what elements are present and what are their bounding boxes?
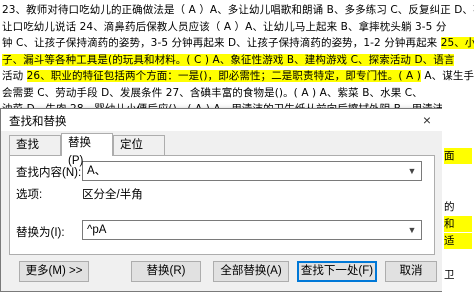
document-right-fragment: 的 (444, 201, 455, 213)
document-right-fragment: 和 (444, 216, 472, 232)
document-line: 23、教师对待口吃幼儿的正确做法是（ A ）A、多让幼儿唱歌和朗诵 B、多多练习… (2, 2, 474, 18)
document-right-fragment (444, 182, 472, 198)
dialog-title: 查找和替换 (9, 116, 67, 128)
replace-label: 替换为(I): (16, 227, 65, 239)
tab-goto[interactable]: 定位(G) (113, 135, 165, 169)
replace-input-value: ^pA (87, 224, 107, 236)
replace-all-button[interactable]: 全部替换(A) (213, 261, 289, 282)
tab-replace[interactable]: 替换(P) (61, 133, 113, 167)
close-icon[interactable]: × (418, 111, 436, 129)
document-line: 活动 26、职业的特征包括两个方面：一是()，即必需性；二是职责特定，即专门性。… (2, 68, 474, 84)
document-right-fragment: 面 (444, 148, 472, 164)
document-right-strip: 面的和适卫 (442, 100, 474, 292)
document-text: 钟 C、让孩子保持滴药的姿势，3-5 分钟再起来 D、让孩子保持滴药的姿势，1-… (2, 37, 441, 49)
dialog-titlebar: 查找和替换 × (1, 109, 442, 131)
document-line: 会需要 C、劳动手段 D、发展条件 27、含碘丰富的食物是()。( A ) A、… (2, 85, 423, 101)
replace-input[interactable]: ^pA ▼ (82, 220, 422, 240)
chevron-down-icon[interactable]: ▼ (405, 223, 419, 237)
find-input-value: A、 (87, 165, 107, 177)
replace-button[interactable]: 替换(R) (131, 261, 201, 282)
chevron-down-icon[interactable]: ▼ (405, 164, 419, 178)
cancel-button[interactable]: 取消 (385, 261, 437, 282)
highlighted-text: 子、漏斗等各种工具是(的玩具和材料。( C ) A、象征性游戏 B、建构游戏 C… (2, 53, 455, 66)
options-value: 区分全/半角 (82, 189, 143, 201)
highlighted-text: 26、职业的特征包括两个方面：一是()，即必需性；二是职责特定，即专门性。( A… (26, 70, 421, 82)
find-input[interactable]: A、 ▼ (82, 161, 422, 181)
document-line: 子、漏斗等各种工具是(的玩具和材料。( C ) A、象征性游戏 B、建构游戏 C… (2, 52, 455, 68)
document-text: 活动 (2, 70, 27, 82)
document-line: 让口吃幼儿说话 24、滴鼻药后保教人员应该（ A ）A、让幼儿马上起来 B、拿摔… (2, 19, 447, 35)
document-text: 让口吃幼儿说话 24、滴鼻药后保教人员应该（ A ）A、让幼儿马上起来 B、拿摔… (2, 20, 447, 33)
replace-tab-panel: 查找内容(N): A、 ▼ 选项: 区分全/半角 替换为(I): ^pA ▼ (9, 155, 435, 255)
options-label: 选项: (16, 189, 43, 201)
document-text: 会需要 C、劳动手段 D、发展条件 27、含碘丰富的食物是()。( A ) A、… (2, 86, 423, 99)
document-text: A、谋生手段 B、社 (424, 70, 474, 82)
more-button[interactable]: 更多(M) >> (19, 261, 89, 282)
tab-find[interactable]: 查找(D) (9, 135, 61, 169)
document-line: 钟 C、让孩子保持滴药的姿势，3-5 分钟再起来 D、让孩子保持滴药的姿势，1-… (2, 35, 474, 51)
document-right-fragment: 卫 (444, 269, 455, 281)
document-text: 23、教师对待口吃幼儿的正确做法是（ A ）A、多让幼儿唱歌和朗诵 B、多多练习… (2, 4, 474, 16)
document-right-fragment (444, 250, 472, 266)
document-right-fragment: 适 (444, 233, 472, 249)
document-right-fragment (444, 165, 472, 181)
find-replace-dialog: 查找和替换 × 查找(D) 替换(P) 定位(G) 查找内容(N): A、 ▼ … (0, 108, 443, 292)
highlighted-text: 25、小勺、小钳 (440, 37, 474, 49)
find-next-button[interactable]: 查找下一处(F) (297, 261, 377, 282)
